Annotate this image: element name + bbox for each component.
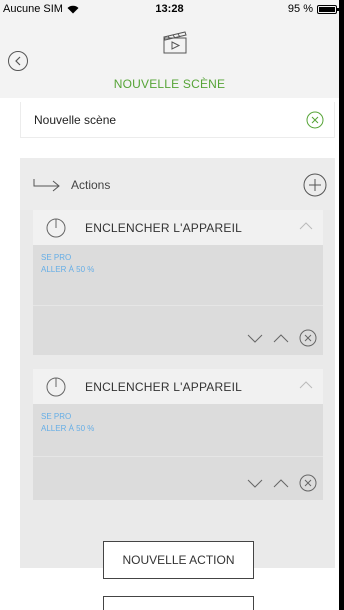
back-button[interactable] xyxy=(8,51,28,71)
battery-percent: 95 % xyxy=(287,3,313,15)
delete-action-icon[interactable] xyxy=(299,474,317,492)
action-card-header[interactable]: ENCLENCHER L'APPAREIL xyxy=(33,210,323,245)
page-title: NOUVELLE SCÈNE xyxy=(113,77,226,91)
scene-name-field[interactable]: Nouvelle scène xyxy=(34,113,116,127)
battery-icon xyxy=(317,4,339,14)
move-up-icon[interactable] xyxy=(273,478,289,488)
scene-editor: Nouvelle scène Actions ENCLENCHER L'APPA… xyxy=(0,98,339,610)
move-down-icon[interactable] xyxy=(247,479,263,488)
action-device: SE PRO xyxy=(41,412,72,421)
actions-panel: Actions ENCLENCHER L'APPAREIL SE PRO ALL… xyxy=(20,158,335,568)
actions-title: Actions xyxy=(71,178,111,192)
chevron-up-icon[interactable] xyxy=(299,381,313,389)
clear-icon[interactable] xyxy=(306,111,324,129)
scene-name-row[interactable]: Nouvelle scène xyxy=(20,102,335,138)
action-card-body: SE PRO ALLER À 50 % xyxy=(33,245,323,355)
power-icon xyxy=(46,377,66,397)
action-device: SE PRO xyxy=(41,253,72,262)
power-icon xyxy=(46,218,66,238)
clapperboard-icon xyxy=(163,31,187,54)
new-action-button[interactable]: NOUVELLE ACTION xyxy=(103,541,254,579)
divider xyxy=(33,456,323,457)
action-card-body: SE PRO ALLER À 50 % xyxy=(33,404,323,500)
status-bar: Aucune SIM 13:28 95 % xyxy=(0,0,339,20)
action-title: ENCLENCHER L'APPAREIL xyxy=(85,380,242,394)
action-controls xyxy=(247,474,317,492)
divider xyxy=(33,305,323,306)
action-command: ALLER À 50 % xyxy=(41,424,95,433)
chevron-left-icon xyxy=(15,56,21,66)
move-up-icon[interactable] xyxy=(273,333,289,343)
action-command: ALLER À 50 % xyxy=(41,265,95,274)
header: NOUVELLE SCÈNE xyxy=(0,20,339,98)
chevron-up-icon[interactable] xyxy=(299,222,313,230)
phone-screen: Aucune SIM 13:28 95 % NOUVELLE SCÈNE Nou… xyxy=(0,0,339,610)
actions-header: Actions xyxy=(20,158,335,210)
arrow-right-icon xyxy=(33,179,60,192)
action-controls xyxy=(247,329,317,347)
action-title: ENCLENCHER L'APPAREIL xyxy=(85,221,242,235)
add-action-icon[interactable] xyxy=(303,173,327,197)
battery-info: 95 % xyxy=(287,3,339,15)
move-down-icon[interactable] xyxy=(247,334,263,343)
delete-action-icon[interactable] xyxy=(299,329,317,347)
action-card-header[interactable]: ENCLENCHER L'APPAREIL xyxy=(33,369,323,404)
secondary-button[interactable] xyxy=(103,596,254,610)
